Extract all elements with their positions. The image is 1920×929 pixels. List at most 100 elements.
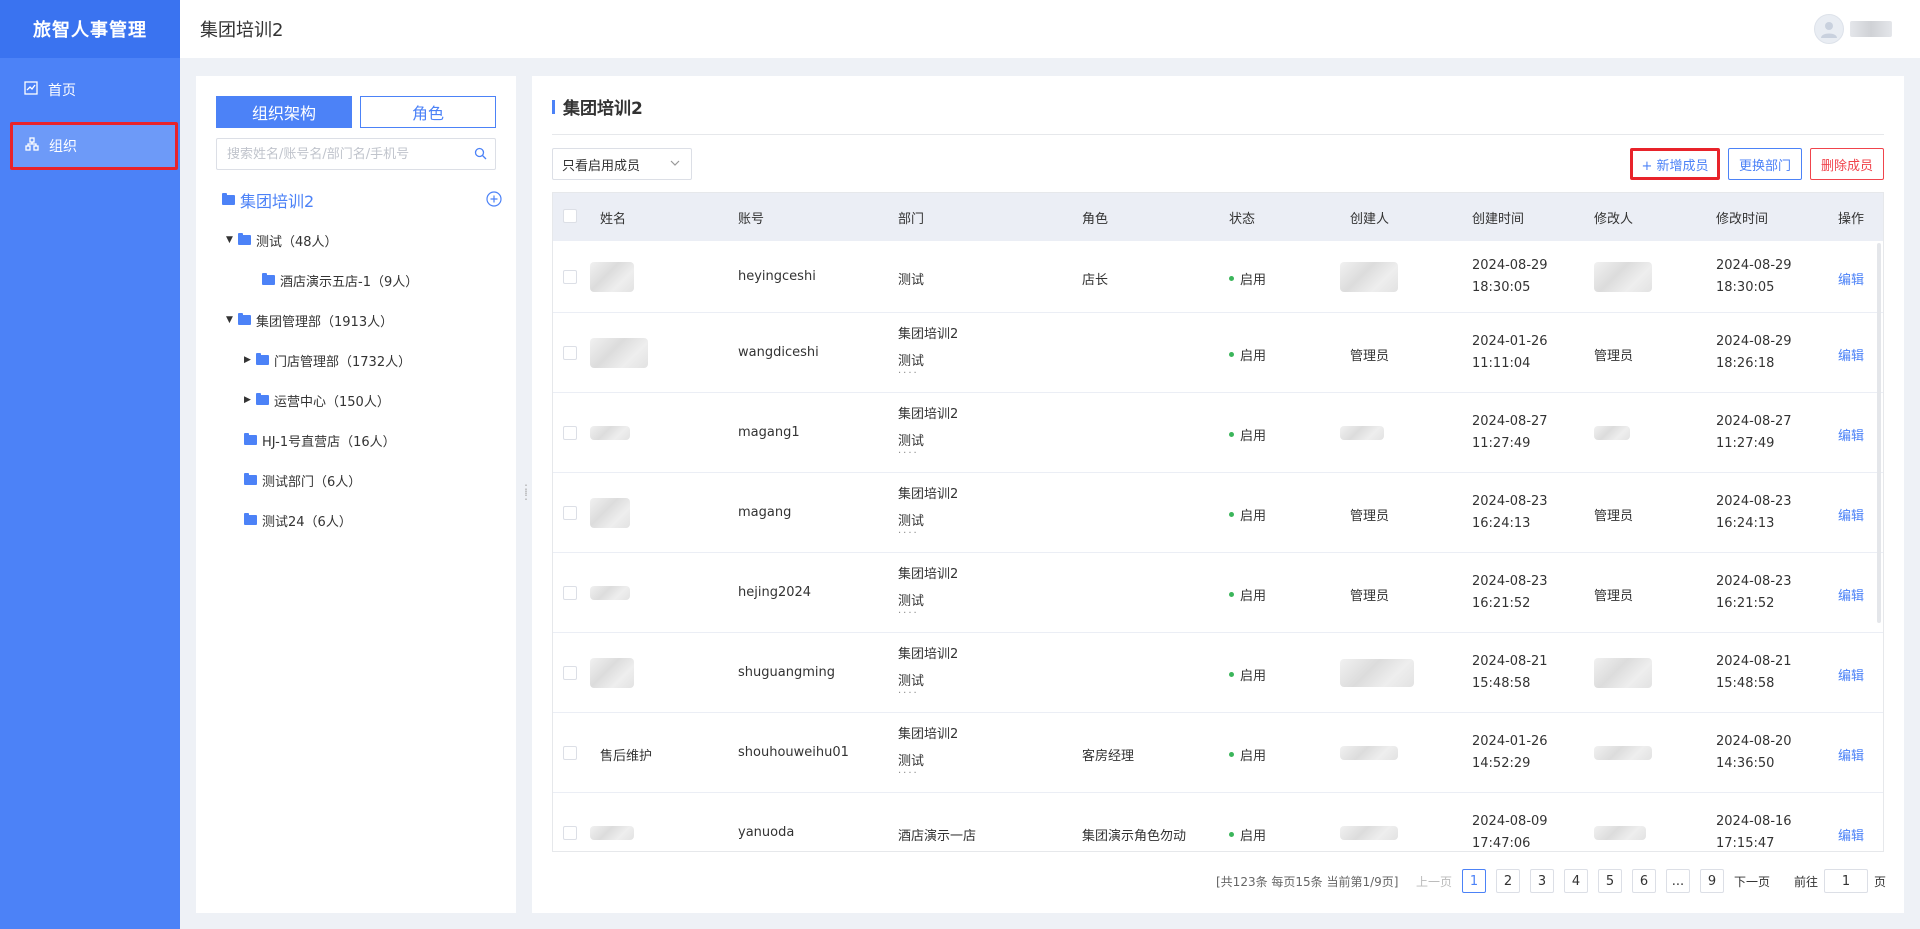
sidebar-item-org[interactable]: 组织 [10,122,178,170]
select-all-checkbox[interactable] [563,209,577,223]
caret-right-icon[interactable]: ▶ [244,355,256,365]
sidebar-item-home[interactable]: 首页 [0,66,180,114]
row-checkbox[interactable] [563,506,577,520]
page-unit-label: 页 [1874,874,1887,889]
tree-node-test24[interactable]: 测试24（6人） [244,509,352,531]
modified-time: 2024-08-23 16:24:13 [1716,491,1792,535]
modified-time: 2024-08-21 15:48:58 [1716,651,1792,695]
created-date: 2024-08-09 [1472,814,1548,829]
table-row[interactable]: wangdiceshi 集团培训2 测试 ···· 启用 管理员 2024-01-26 11:… [553,313,1883,393]
search-input[interactable] [227,146,467,162]
user-menu[interactable] [1814,14,1892,44]
status-dot [1229,512,1234,517]
tab-org-structure[interactable]: 组织架构 [216,96,352,128]
tree-node-label: 测试部门（6人） [262,474,362,490]
row-checkbox[interactable] [563,346,577,360]
edit-link[interactable]: 编辑 [1838,825,1864,844]
modifier: 管理员 [1594,509,1634,524]
table-row[interactable]: heyingceshi 测试 店长 启用 2024-08-29 18:30:05 2024-… [553,241,1883,313]
more-depts: ···· [898,448,919,459]
row-checkbox[interactable] [563,586,577,600]
goto-page-input[interactable]: 1 [1824,869,1868,893]
modified-time: 2024-08-27 11:27:49 [1716,411,1792,455]
table-row[interactable]: 售后维护 shouhouweihu01 集团培训2 测试 ···· 客房经理 启用 2024-… [553,713,1883,793]
search-icon[interactable] [474,147,487,164]
page-button[interactable]: 9 [1700,869,1724,893]
tab-role[interactable]: 角色 [360,96,496,128]
page-button[interactable]: 3 [1530,869,1554,893]
edit-link[interactable]: 编辑 [1838,345,1864,364]
tree-root-label: 集团培训2 [240,192,315,211]
tree-node-ops-center[interactable]: ▶ 运营中心（150人） [244,389,390,411]
page-button[interactable]: 6 [1632,869,1656,893]
edit-link[interactable]: 编辑 [1838,585,1864,604]
chart-icon [24,81,48,99]
edit-link[interactable]: 编辑 [1838,665,1864,684]
section-title: 集团培训2 [552,94,643,119]
edit-link[interactable]: 编辑 [1838,505,1864,524]
status-text: 启用 [1240,349,1267,364]
page-button[interactable]: 5 [1598,869,1622,893]
page-button[interactable]: 1 [1462,869,1486,893]
folder-icon [244,513,257,525]
member-dept: 测试 [898,594,925,609]
member-panel: 集团培训2 只看启用成员 + 新增成员 更换部门 删除成员 姓名 账号 部门 角… [532,76,1904,913]
edit-link[interactable]: 编辑 [1838,269,1864,288]
member-dept: 集团培训2 [898,647,959,662]
table-row[interactable]: hejing2024 集团培训2 测试 ···· 启用 管理员 2024-08-23 16:2… [553,553,1883,633]
row-checkbox[interactable] [563,746,577,760]
table-scrollbar[interactable] [1877,243,1881,623]
caret-down-icon[interactable]: ▼ [226,235,238,245]
member-account: yanuoda [738,825,795,840]
table-row[interactable]: shuguangming 集团培训2 测试 ···· 启用 2024-08-21 15:48… [553,633,1883,713]
add-member-button[interactable]: + 新增成员 [1630,148,1720,180]
modified-time: 2024-08-29 18:30:05 [1716,255,1792,299]
column-header: 账号 [738,212,765,227]
panel-resize-handle[interactable]: ⋮ ⋮ [520,483,532,501]
caret-down-icon[interactable]: ▼ [226,315,238,325]
edit-link[interactable]: 编辑 [1838,745,1864,764]
tree-node-group-mgmt[interactable]: ▼ 集团管理部（1913人） [226,309,393,331]
status-text: 启用 [1240,509,1267,524]
page-button[interactable]: 2 [1496,869,1520,893]
member-dept: 集团培训2 [898,487,959,502]
tree-node-label: 测试24（6人） [262,514,352,530]
add-dept-icon[interactable] [486,191,502,211]
tree-node-test-dept[interactable]: 测试部门（6人） [244,469,361,491]
tree-node-test[interactable]: ▼ 测试（48人） [226,229,338,251]
delete-member-button[interactable]: 删除成员 [1810,148,1884,180]
created-date: 2024-08-21 [1472,654,1548,669]
row-checkbox[interactable] [563,826,577,840]
table-row[interactable]: magang1 集团培训2 测试 ···· 启用 2024-08-27 11:27:49 20… [553,393,1883,473]
row-checkbox[interactable] [563,666,577,680]
tree-node-hotel-demo[interactable]: 酒店演示五店-1（9人） [262,269,418,291]
more-depts: ···· [898,688,919,699]
modified-time: 2024-08-20 14:36:50 [1716,731,1792,775]
member-name-redacted [590,658,634,688]
modifier-redacted [1594,826,1646,840]
prev-page-button[interactable]: 上一页 [1416,868,1452,894]
caret-right-icon[interactable]: ▶ [244,395,256,405]
status-badge: 启用 [1229,665,1266,684]
member-filter-select[interactable]: 只看启用成员 [552,148,692,180]
change-dept-button[interactable]: 更换部门 [1728,148,1802,180]
modified-date: 2024-08-21 [1716,654,1792,669]
table-row[interactable]: magang 集团培训2 测试 ···· 启用 管理员 2024-08-23 16:24:13… [553,473,1883,553]
page-button[interactable]: 4 [1564,869,1588,893]
table-row[interactable]: yanuoda 酒店演示一店 集团演示角色勿动 启用 2024-08-09 17:47:0… [553,793,1883,851]
member-dept: 测试 [898,354,925,369]
page-ellipsis-button[interactable]: ... [1666,869,1690,893]
folder-icon [256,393,269,405]
tree-root[interactable]: 集团培训2 [222,188,502,212]
next-page-button[interactable]: 下一页 [1734,868,1770,894]
row-checkbox[interactable] [563,270,577,284]
row-checkbox[interactable] [563,426,577,440]
tree-node-label: 运营中心（150人） [274,394,390,410]
status-dot [1229,752,1234,757]
status-dot [1229,832,1234,837]
tree-node-store-mgmt[interactable]: ▶ 门店管理部（1732人） [244,349,411,371]
member-account: shouhouweihu01 [738,745,849,760]
tree-node-hj1[interactable]: HJ-1号直营店（16人） [244,429,396,451]
creator-redacted [1340,826,1398,840]
edit-link[interactable]: 编辑 [1838,425,1864,444]
